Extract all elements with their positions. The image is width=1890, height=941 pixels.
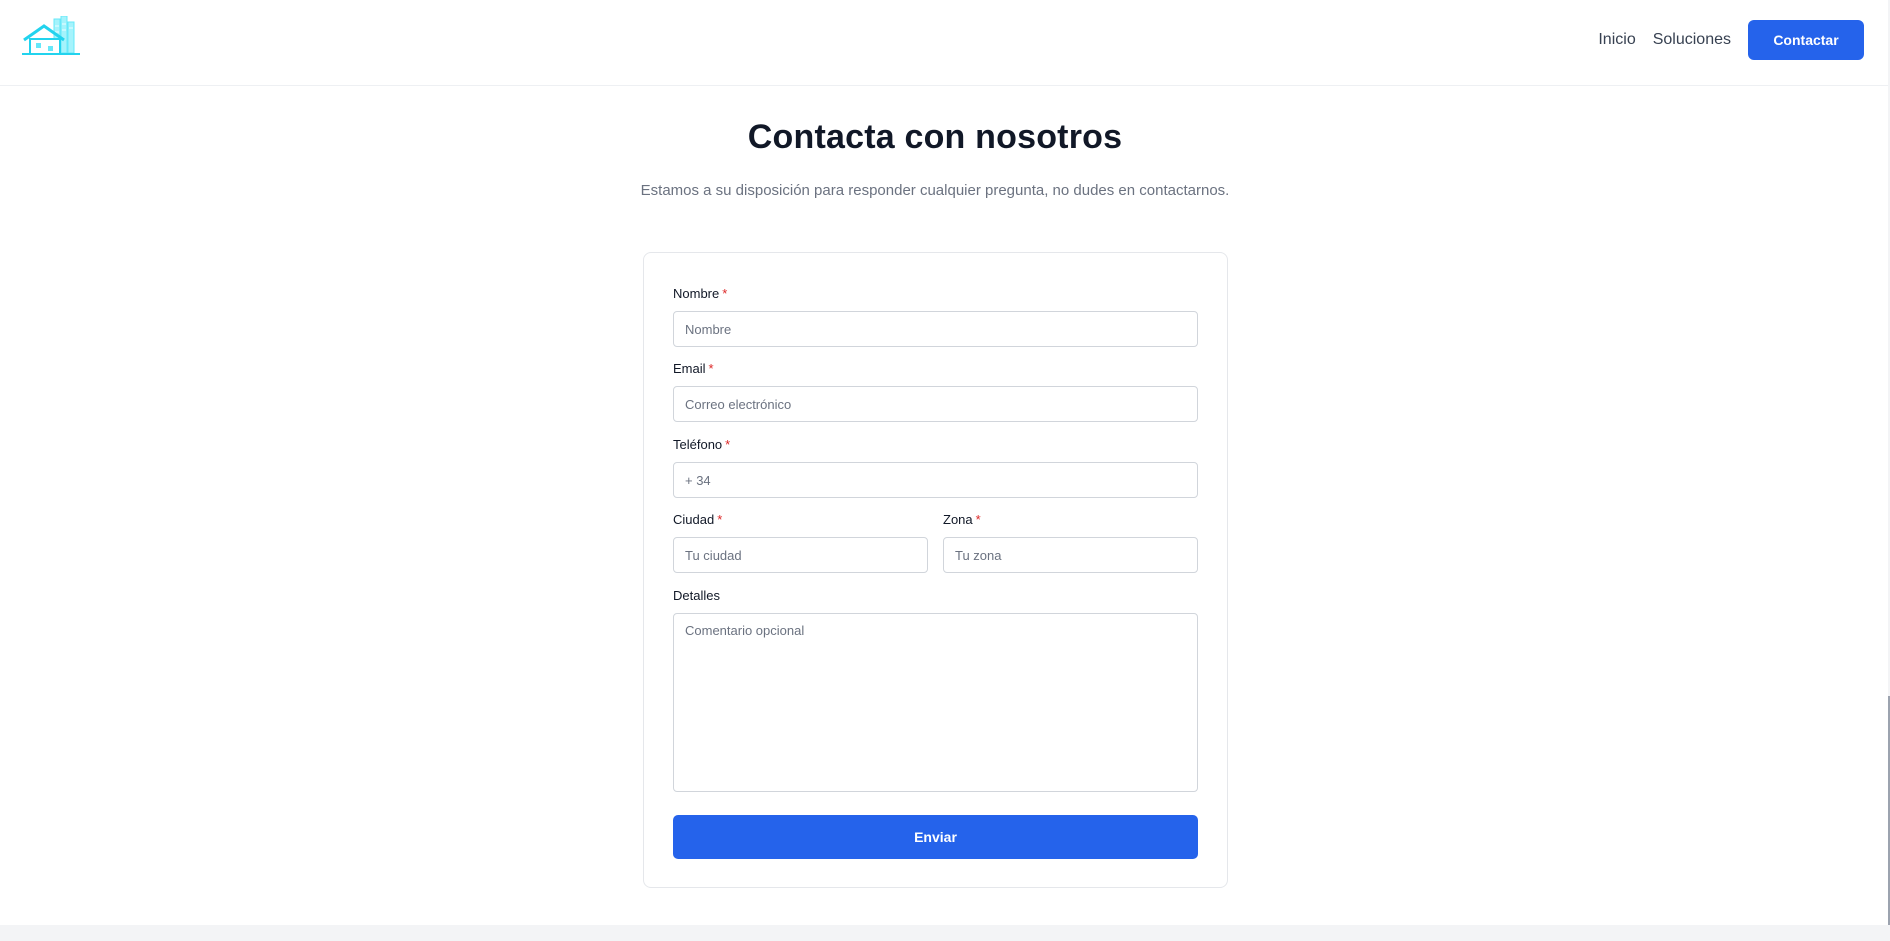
email-label-text: Email (673, 361, 706, 376)
enviar-button[interactable]: Enviar (673, 815, 1198, 859)
nav-link-soluciones[interactable]: Soluciones (1653, 31, 1731, 49)
telefono-input[interactable] (673, 462, 1198, 498)
site-header: Inicio Soluciones Contactar (0, 0, 1890, 86)
required-mark: * (708, 361, 714, 376)
footer-strip (0, 925, 1890, 941)
nav-link-inicio[interactable]: Inicio (1598, 31, 1635, 49)
ciudad-label: Ciudad * (673, 512, 722, 527)
page-title: Contacta con nosotros (747, 118, 1123, 156)
page-subtitle: Estamos a su disposición para responder … (640, 182, 1230, 199)
telefono-label: Teléfono * (673, 437, 730, 452)
zona-label: Zona * (943, 512, 981, 527)
nombre-label-text: Nombre (673, 286, 720, 301)
detalles-textarea[interactable] (673, 613, 1198, 792)
telefono-label-text: Teléfono (673, 437, 723, 452)
zona-input[interactable] (943, 537, 1198, 573)
email-input[interactable] (673, 386, 1198, 422)
detalles-label: Detalles (673, 588, 720, 603)
detalles-label-text: Detalles (673, 588, 720, 603)
page: Inicio Soluciones Contactar Contacta con… (0, 0, 1890, 941)
nombre-label: Nombre * (673, 286, 727, 301)
nombre-input[interactable] (673, 311, 1198, 347)
ciudad-input[interactable] (673, 537, 928, 573)
required-mark: * (717, 512, 723, 527)
main-nav: Inicio Soluciones Contactar (1598, 20, 1864, 60)
email-label: Email * (673, 361, 714, 376)
required-mark: * (725, 437, 731, 452)
house-buildings-logo-icon[interactable] (22, 15, 82, 56)
zona-label-text: Zona (943, 512, 973, 527)
required-mark: * (722, 286, 728, 301)
required-mark: * (975, 512, 981, 527)
logo-graphic (22, 15, 80, 55)
contact-form: Nombre* Email* Teléfono* Ciudad* Zona* D… (643, 252, 1228, 888)
contactar-button[interactable]: Contactar (1748, 20, 1864, 60)
ciudad-label-text: Ciudad (673, 512, 715, 527)
